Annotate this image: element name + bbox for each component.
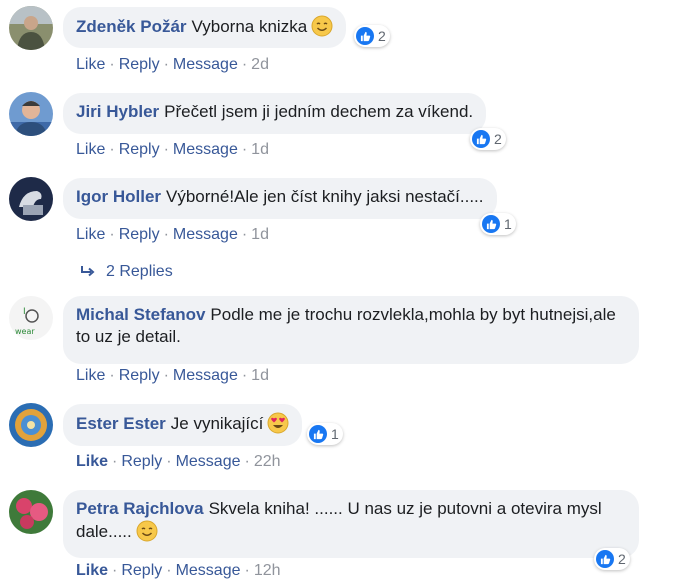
avatar[interactable] [9,177,53,221]
reaction-number: 2 [618,551,626,567]
comment-timestamp[interactable]: 2d [251,56,269,73]
message-button[interactable]: Message [173,226,238,243]
separator: · [166,453,172,470]
like-reaction-icon [472,130,490,148]
avatar[interactable] [9,92,53,136]
like-button[interactable]: Like [76,56,105,73]
separator: · [112,453,118,470]
avatar[interactable] [9,490,53,534]
comment-author[interactable]: Jiri Hybler [76,102,159,121]
comment-actions: Like · Reply · Message · 1d [76,366,269,386]
like-button[interactable]: Like [76,367,105,384]
comment-author[interactable]: Michal Stefanov [76,305,205,324]
separator: · [109,226,115,243]
separator: · [244,562,250,579]
message-button[interactable]: Message [176,453,241,470]
comment-text: Přečetl jsem ji jedním dechem za víkend. [164,102,474,121]
comment-author[interactable]: Petra Rajchlova [76,499,204,518]
like-reaction-icon [596,550,614,568]
separator: · [241,56,248,73]
separator: · [109,141,115,158]
reaction-number: 2 [494,131,502,147]
reaction-count[interactable]: 1 [307,423,343,445]
comment-bubble: Jiri Hybler Přečetl jsem ji jedním dechem… [63,93,487,134]
svg-text:wear: wear [15,327,35,336]
like-reaction-icon [356,27,374,45]
comment-bubble: Michal Stefanov Podle me je trochu rozvle… [63,296,639,364]
comment-actions: Like · Reply · Message · 2d [76,55,269,75]
avatar[interactable] [9,6,53,50]
comment-bubble: Zdeněk Požár Vyborna knizka [63,7,347,48]
separator: · [241,226,248,243]
smile-emoji-icon [136,520,158,548]
separator: · [163,141,169,158]
separator: · [241,367,248,384]
reply-button[interactable]: Reply [119,226,160,243]
comment-author[interactable]: Zdeněk Požár [76,17,187,36]
view-replies-link[interactable]: 2 Replies [80,263,173,281]
reaction-count[interactable]: 2 [470,128,506,150]
comment-actions: Like · Reply · Message · 1d [76,140,269,160]
smile-emoji-icon [311,15,333,43]
like-reaction-icon [309,425,327,443]
comment-timestamp[interactable]: 1d [251,226,269,243]
separator: · [109,367,115,384]
svg-text:I: I [23,307,26,317]
like-button[interactable]: Like [76,141,105,158]
separator: · [166,562,172,579]
reply-button[interactable]: Reply [119,367,160,384]
separator: · [112,562,118,579]
separator: · [241,141,248,158]
separator: · [244,453,250,470]
reply-button[interactable]: Reply [121,562,162,579]
like-reaction-icon [482,215,500,233]
replies-count-label: 2 Replies [106,263,173,280]
reply-button[interactable]: Reply [119,141,160,158]
comment-bubble: Petra Rajchlova Skvela kniha! ...... U na… [63,490,639,558]
avatar[interactable]: I wear [9,296,53,340]
message-button[interactable]: Message [173,367,238,384]
reply-button[interactable]: Reply [121,453,162,470]
reaction-count[interactable]: 2 [594,548,630,570]
comment-actions: Like · Reply · Message · 12h [76,561,281,581]
comment-bubble: Ester Ester Je vynikající [63,404,303,446]
comment-bubble: Igor Holler Výborné!Ale jen číst knihy ja… [63,178,497,219]
comment-timestamp[interactable]: 22h [254,453,281,470]
message-button[interactable]: Message [173,56,238,73]
message-button[interactable]: Message [176,562,241,579]
comment-author[interactable]: Ester Ester [76,414,166,433]
heart-eyes-emoji-icon [267,412,289,440]
comment-text: Vyborna knizka [191,17,308,36]
like-button[interactable]: Like [76,453,108,470]
comment-timestamp[interactable]: 12h [254,562,281,579]
reply-button[interactable]: Reply [119,56,160,73]
comment-actions: Like · Reply · Message · 22h [76,452,281,472]
comment-text: Výborné!Ale jen číst knihy jaksi nestačí… [166,187,484,206]
separator: · [163,367,169,384]
comment-timestamp[interactable]: 1d [251,367,269,384]
comment-author[interactable]: Igor Holler [76,187,161,206]
separator: · [163,56,169,73]
reaction-count[interactable]: 2 [354,25,390,47]
message-button[interactable]: Message [173,141,238,158]
like-button[interactable]: Like [76,226,105,243]
avatar[interactable] [9,403,53,447]
comment-text: Je vynikající [170,414,264,433]
like-button[interactable]: Like [76,562,108,579]
comment-actions: Like · Reply · Message · 1d [76,225,269,245]
reaction-number: 2 [378,28,386,44]
reaction-number: 1 [331,426,339,442]
separator: · [163,226,169,243]
reaction-count[interactable]: 1 [480,213,516,235]
separator: · [109,56,115,73]
comment-timestamp[interactable]: 1d [251,141,269,158]
reaction-number: 1 [504,216,512,232]
reply-arrow-icon [80,265,96,279]
